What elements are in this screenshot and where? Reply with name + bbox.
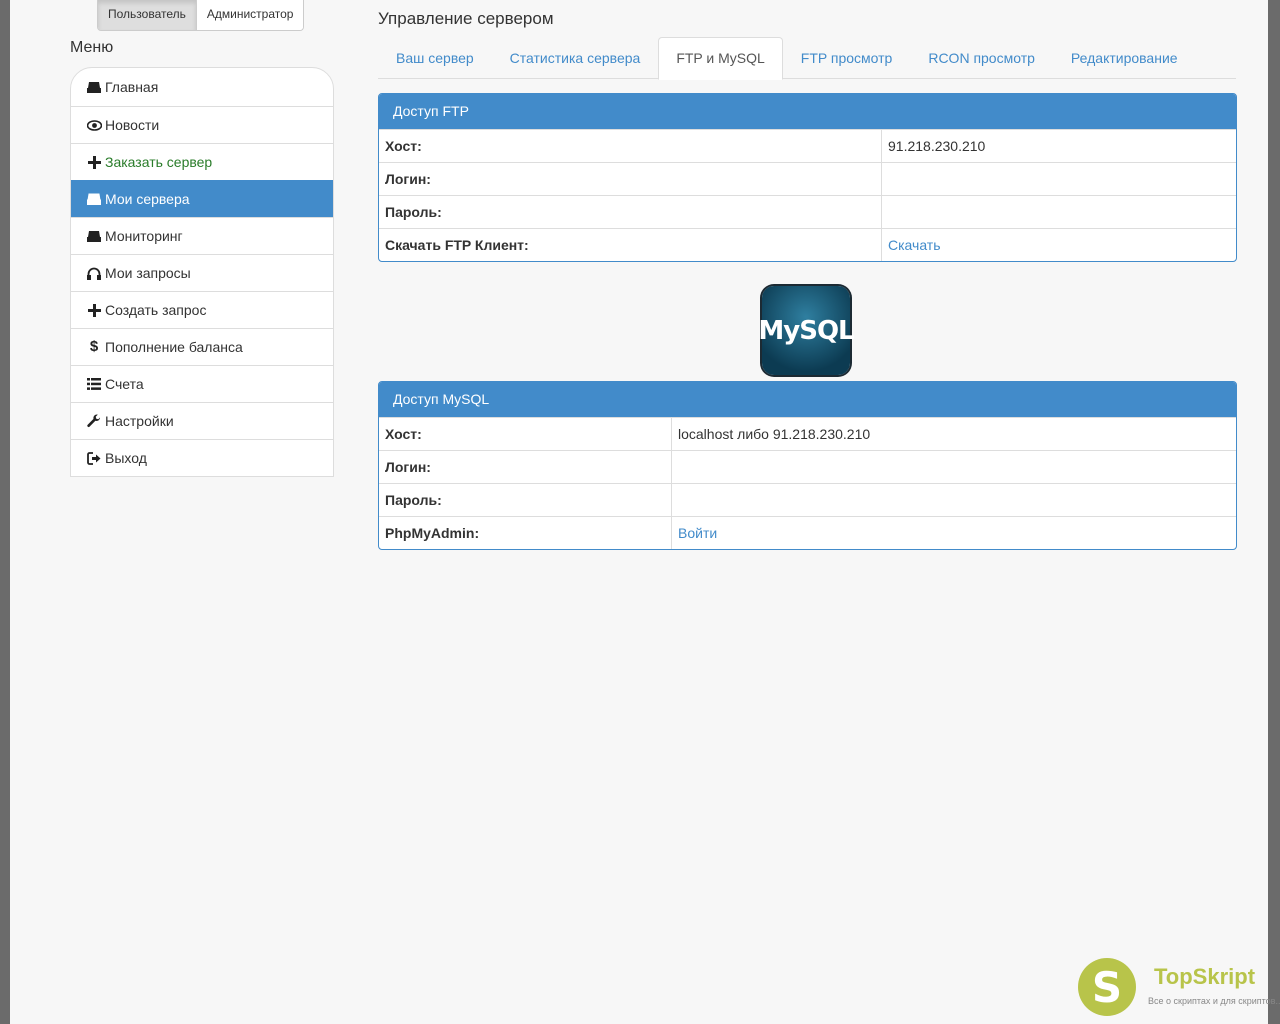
sidebar-item-label: Мои запросы <box>105 265 191 281</box>
list-icon <box>85 376 103 392</box>
watermark-title: TopSkript <box>1154 964 1256 989</box>
mysql-panel: Доступ MySQL Хост: localhost либо 91.218… <box>378 381 1237 550</box>
sidebar-item-create-request[interactable]: Создать запрос <box>71 291 333 328</box>
page: Пользователь Администратор Меню Главная … <box>10 0 1280 1024</box>
watermark-circle: S <box>1078 958 1136 1016</box>
mysql-logo: MySQL <box>758 286 855 375</box>
sidebar-item-label: Счета <box>105 376 144 392</box>
dollar-icon: $ <box>89 338 99 355</box>
phpmyadmin-login-link[interactable]: Войти <box>678 525 717 541</box>
role-switch: Пользователь Администратор <box>97 0 305 31</box>
ftp-password-value <box>881 195 1236 229</box>
sidebar-item-order-server[interactable]: Заказать сервер <box>71 143 333 180</box>
sidebar-item-label: Мои сервера <box>105 191 190 207</box>
ftp-login-value <box>881 162 1236 196</box>
sidebar-item-settings[interactable]: Настройки <box>71 402 333 439</box>
table-row: PhpMyAdmin: Войти <box>379 516 1236 549</box>
mysql-table: Хост: localhost либо 91.218.230.210 Логи… <box>379 417 1236 549</box>
tab-rcon-browse[interactable]: RCON просмотр <box>910 37 1053 78</box>
table-row: Хост: localhost либо 91.218.230.210 <box>379 417 1236 451</box>
ftp-table: Хост: 91.218.230.210 Логин: Пароль: Скач… <box>379 129 1236 261</box>
mysql-host-value: localhost либо 91.218.230.210 <box>671 417 1236 451</box>
ftp-password-label: Пароль: <box>379 195 882 229</box>
sidebar-item-my-servers[interactable]: Мои сервера <box>71 180 333 217</box>
sidebar-item-label: Новости <box>105 117 160 133</box>
ftp-client-label: Скачать FTP Клиент: <box>379 228 882 261</box>
role-user-button[interactable]: Пользователь <box>98 0 197 30</box>
table-row: Логин: <box>379 450 1236 484</box>
tab-ftp-mysql[interactable]: FTP и MySQL <box>658 37 783 80</box>
mysql-login-value <box>671 450 1236 484</box>
table-row: Пароль: <box>379 483 1236 517</box>
mysql-password-value <box>671 483 1236 517</box>
tab-your-server[interactable]: Ваш сервер <box>378 37 492 78</box>
mysql-logo-text: MySQL <box>758 315 854 346</box>
sidebar-item-label: Заказать сервер <box>105 154 213 170</box>
plus-icon <box>85 154 103 170</box>
sidebar-item-label: Мониторинг <box>105 228 183 244</box>
sidebar-item-invoices[interactable]: Счета <box>71 365 333 402</box>
ftp-host-value: 91.218.230.210 <box>881 129 1236 163</box>
sidebar-item-logout[interactable]: Выход <box>71 439 333 476</box>
eye-icon <box>85 117 103 133</box>
role-admin-button[interactable]: Администратор <box>196 0 304 30</box>
ftp-login-label: Логин: <box>379 162 882 196</box>
sidebar-item-label: Пополнение баланса <box>105 339 243 355</box>
table-row: Скачать FTP Клиент: Скачать <box>379 228 1236 261</box>
sidebar-item-label: Выход <box>105 450 147 466</box>
table-row: Логин: <box>379 162 1236 196</box>
hdd-icon <box>85 79 103 95</box>
tab-server-stats[interactable]: Статистика сервера <box>492 37 659 78</box>
table-row: Пароль: <box>379 195 1236 229</box>
headphones-icon <box>85 265 103 281</box>
sidebar-item-top-up-balance[interactable]: $ Пополнение баланса <box>71 328 333 365</box>
sidebar-item-label: Создать запрос <box>105 302 207 318</box>
mysql-panel-heading: Доступ MySQL <box>379 382 1236 417</box>
sidebar-menu: Главная Новости Заказать сервер Мои серв… <box>70 67 334 477</box>
ftp-host-label: Хост: <box>379 129 882 163</box>
mysql-login-label: Логин: <box>379 450 672 484</box>
mysql-host-label: Хост: <box>379 417 672 451</box>
plus-icon <box>85 302 103 318</box>
watermark-logo: S TopSkript Все о скриптах и для скрипто… <box>1078 956 1280 1018</box>
menu-title: Меню <box>70 39 114 56</box>
sidebar-item-monitoring[interactable]: Мониторинг <box>71 217 333 254</box>
wrench-icon <box>85 413 103 429</box>
page-title: Управление сервером <box>378 9 554 28</box>
sidebar-item-my-requests[interactable]: Мои запросы <box>71 254 333 291</box>
mysql-password-label: Пароль: <box>379 483 672 517</box>
sidebar-item-news[interactable]: Новости <box>71 106 333 143</box>
server-tabs: Ваш сервер Статистика сервера FTP и MySQ… <box>378 37 1236 80</box>
table-row: Хост: 91.218.230.210 <box>379 129 1236 163</box>
ftp-panel-heading: Доступ FTP <box>379 94 1236 129</box>
tab-edit[interactable]: Редактирование <box>1053 37 1196 78</box>
watermark-letter: S <box>1091 962 1123 1012</box>
sidebar-item-home[interactable]: Главная <box>71 68 333 106</box>
ftp-panel: Доступ FTP Хост: 91.218.230.210 Логин: П… <box>378 93 1237 262</box>
hdd-icon <box>85 228 103 244</box>
phpmyadmin-label: PhpMyAdmin: <box>379 516 672 549</box>
sidebar-item-label: Настройки <box>105 413 174 429</box>
hdd-icon <box>85 191 103 207</box>
sidebar-item-label: Главная <box>105 79 159 95</box>
watermark-subtitle: Все о скриптах и для скриптов... <box>1148 996 1280 1006</box>
tab-ftp-browse[interactable]: FTP просмотр <box>783 37 911 78</box>
ftp-client-download-link[interactable]: Скачать <box>888 237 941 253</box>
logout-icon <box>85 450 103 466</box>
